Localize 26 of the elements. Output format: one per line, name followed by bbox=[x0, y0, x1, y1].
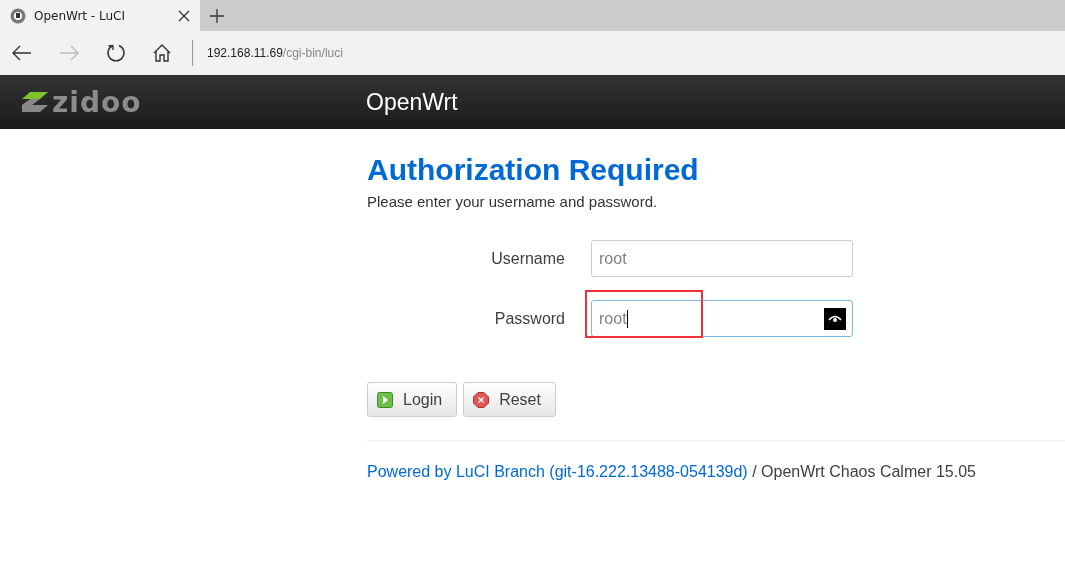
site-title[interactable]: OpenWrt bbox=[366, 88, 458, 116]
password-field[interactable]: root bbox=[591, 300, 853, 337]
new-tab-icon[interactable] bbox=[210, 8, 224, 23]
eye-icon[interactable] bbox=[824, 308, 846, 330]
intro-text: Please enter your username and password. bbox=[367, 193, 659, 210]
close-icon[interactable] bbox=[178, 9, 190, 22]
address-field[interactable]: 192.168.11.69/cgi-bin/luci bbox=[207, 46, 343, 60]
logo[interactable]: zidoo bbox=[20, 85, 366, 119]
refresh-icon[interactable] bbox=[106, 43, 126, 63]
username-field[interactable]: root bbox=[591, 240, 853, 277]
back-icon[interactable] bbox=[12, 45, 32, 61]
browser-tab[interactable]: OpenWrt - LuCI bbox=[0, 0, 200, 31]
play-icon bbox=[377, 391, 393, 408]
home-icon[interactable] bbox=[153, 44, 171, 62]
page-heading: Authorization Required bbox=[367, 153, 700, 187]
login-button[interactable]: Login bbox=[367, 382, 458, 417]
tab-title: OpenWrt - LuCI bbox=[34, 8, 126, 23]
field-label: Username bbox=[490, 249, 566, 268]
logo-mark-icon bbox=[20, 90, 50, 114]
field-label: Password bbox=[493, 309, 566, 328]
footer-text: Powered by LuCI Branch (git-16.222.13488-054139d) / OpenWrt Chaos Calmer 15.05 bbox=[367, 463, 977, 481]
globe-icon bbox=[10, 7, 26, 24]
luci-link[interactable]: Powered by LuCI Branch (git-16.222.13488-054139d) bbox=[367, 463, 748, 480]
logo-text: zidoo bbox=[52, 85, 142, 119]
stop-icon bbox=[473, 391, 490, 408]
reset-button[interactable]: Reset bbox=[463, 382, 556, 417]
